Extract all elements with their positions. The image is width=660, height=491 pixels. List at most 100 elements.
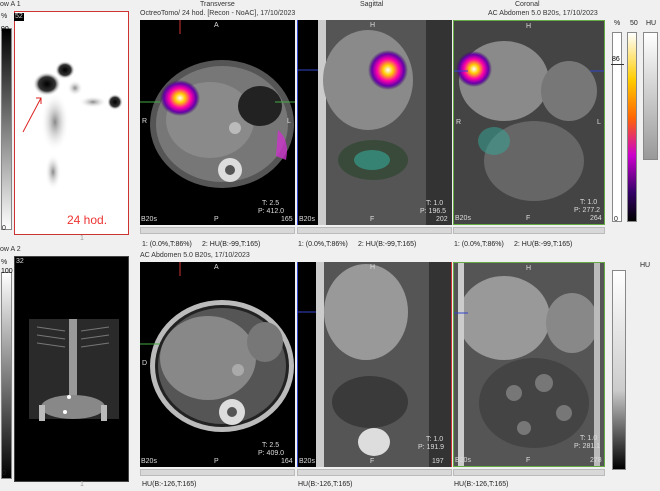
row1-coronal-left: R xyxy=(456,119,462,126)
row1-transverse-bottom: P xyxy=(214,216,219,223)
colorbar-pct: % xyxy=(614,20,621,27)
row1-footer-1a: 1: (0.0%,T:86%) xyxy=(142,241,192,248)
row2-coronal-kernel: B20s xyxy=(455,457,471,464)
row2-coronal-p: P: 281.1 xyxy=(574,443,601,450)
row1-sagittal-top: H xyxy=(370,22,376,29)
row1-transverse-t: T: 2.5 xyxy=(262,200,280,207)
hu-bar-bottom[interactable] xyxy=(612,270,626,470)
row2-footer-3: HU(B:-126,T:165) xyxy=(454,481,509,488)
row1-transverse-idx: 165 xyxy=(281,216,293,223)
row2-coronal-viewport[interactable]: H F T: 1.0 P: 281.1 278 B20s xyxy=(453,262,605,467)
row1-coronal-kernel: B20s xyxy=(455,215,471,222)
hu-bar-top[interactable] xyxy=(643,32,658,160)
row1-transverse-kernel: B20s xyxy=(141,216,157,223)
row2-transverse-slider[interactable] xyxy=(140,469,295,476)
row2-sagittal-kernel: B20s xyxy=(299,458,315,465)
row1-footer-3a: 1: (0.0%,T:86%) xyxy=(454,241,504,248)
row2-transverse-bottom: P xyxy=(214,458,219,465)
row1-coronal-top: H xyxy=(526,23,532,30)
row1-sagittal-idx: 202 xyxy=(436,216,448,223)
left-panel-2-scale-top: 100 xyxy=(1,268,13,275)
row1-footer-2a: 1: (0.0%,T:86%) xyxy=(298,241,348,248)
row2-sagittal-top: H xyxy=(370,264,376,271)
row1-transverse-p: P: 412.0 xyxy=(258,208,285,215)
row2-sagittal-t: T: 1.0 xyxy=(426,436,444,443)
row1-sagittal-t: T: 1.0 xyxy=(426,200,444,207)
ct-mip-image xyxy=(29,319,119,421)
row1-coronal-p: P: 277.2 xyxy=(574,207,601,214)
left-panel-2-scale-bottom: 0 xyxy=(2,470,6,477)
hu-label-bottom: HU xyxy=(640,262,651,269)
row1-series-right: AC Abdomen 5.0 B20s, 17/10/2023 xyxy=(488,10,598,17)
row1-transverse-top: A xyxy=(214,22,219,29)
row1-series-left: OctreoTomo/ 24 hod. [Recon - NoAC], 17/1… xyxy=(140,10,296,17)
colorbar-bottom: 0 xyxy=(614,216,618,223)
row2-transverse-t: T: 2.5 xyxy=(262,442,280,449)
row2-coronal-top: H xyxy=(526,265,532,272)
left-panel-1-pct: % xyxy=(1,13,8,20)
row2-sagittal-bottom: F xyxy=(370,458,375,465)
row1-coronal-t: T: 1.0 xyxy=(580,199,598,206)
row2-coronal-idx: 278 xyxy=(590,457,602,464)
left-panel-2-pct: % xyxy=(1,259,8,266)
row2-coronal-bottom: F xyxy=(526,457,531,464)
left-panel-1-grayscale-bar[interactable] xyxy=(1,28,12,230)
left-panel-2-ct-mip-image[interactable]: 32 xyxy=(14,256,129,482)
row2-transverse-image xyxy=(140,262,294,432)
colorbar-top: 50 xyxy=(630,20,638,27)
left-panel-1-scale-bottom: 0 xyxy=(2,225,6,232)
row1-coronal-bottom: F xyxy=(526,215,531,222)
colorbar-mid: 86 xyxy=(612,56,620,63)
left-panel-1-page: 1 xyxy=(80,235,84,242)
row1-sagittal-p: P: 196.5 xyxy=(420,208,447,215)
row2-footer-2: HU(B:-126,T:165) xyxy=(298,481,353,488)
row2-footer-1: HU(B:-126,T:165) xyxy=(142,481,197,488)
row2-transverse-viewport[interactable]: A D P T: 2.5 P: 409.0 164 B20s xyxy=(140,262,295,467)
row2-transverse-p: P: 409.0 xyxy=(258,450,285,457)
left-panel-1-frame-index: 52 xyxy=(14,13,24,21)
row1-sagittal-bottom: F xyxy=(370,216,375,223)
row2-sagittal-p: P: 191.9 xyxy=(418,444,445,451)
row2-coronal-slider[interactable] xyxy=(453,469,605,476)
row1-coronal-slider[interactable] xyxy=(453,227,605,234)
row1-coronal-image xyxy=(454,21,604,224)
hu-label-top: HU xyxy=(646,20,657,27)
row2-sagittal-idx: 197 xyxy=(432,458,444,465)
row1-footer-3b: 2: HU(B:-99,T:165) xyxy=(514,241,573,248)
pet-colorbar[interactable] xyxy=(627,32,637,222)
row1-footer-2b: 2: HU(B:-99,T:165) xyxy=(358,241,417,248)
row2-sagittal-viewport[interactable]: H F T: 1.0 P: 191.9 197 B20s xyxy=(297,262,452,467)
row2-coronal-t: T: 1.0 xyxy=(580,435,598,442)
row1-coronal-idx: 264 xyxy=(590,215,602,222)
left-panel-2-grayscale-bar[interactable] xyxy=(1,272,12,479)
row1-transverse-right: L xyxy=(287,118,291,125)
left-panel-2-frame-index: 32 xyxy=(16,258,24,265)
row1-coronal-viewport[interactable]: H R L F T: 1.0 P: 277.2 264 B20s xyxy=(453,20,605,225)
row2-series-left: AC Abdomen 5.0 B20s, 17/10/2023 xyxy=(140,252,250,259)
row1-transverse-image xyxy=(140,20,295,188)
left-panel-2-page: 1 xyxy=(80,481,84,488)
left-panel-1-caption: 24 hod. xyxy=(67,213,108,227)
row1-footer-1b: 2: HU(B:-99,T:165) xyxy=(202,241,261,248)
row1-transverse-slider[interactable] xyxy=(140,227,295,234)
row2-transverse-idx: 164 xyxy=(281,458,293,465)
lesion-arrow xyxy=(22,97,42,133)
row1-sagittal-image xyxy=(298,20,452,225)
colorbar-window-marker[interactable] xyxy=(611,64,624,65)
row2-sagittal-slider[interactable] xyxy=(297,469,452,476)
row2-transverse-kernel: B20s xyxy=(141,458,157,465)
left-panel-1-mip-image[interactable]: 52 24 hod. xyxy=(14,11,129,235)
left-panel-1-title: ow A 1 xyxy=(0,1,21,8)
row1-sagittal-kernel: B20s xyxy=(299,216,315,223)
row1-sagittal-viewport[interactable]: H F T: 1.0 P: 196.5 202 B20s xyxy=(297,20,452,225)
row1-coronal-right: L xyxy=(597,119,601,126)
left-panel-2-title: ow A 2 xyxy=(0,246,21,253)
row2-transverse-top: A xyxy=(214,264,219,271)
header-sagittal: Sagittal xyxy=(360,1,384,8)
row1-sagittal-slider[interactable] xyxy=(297,227,452,234)
row2-transverse-left: D xyxy=(142,360,148,367)
pet-mip-image xyxy=(22,61,123,190)
row1-transverse-viewport[interactable]: A R L P T: 2.5 P: 412.0 165 B20s xyxy=(140,20,295,225)
row1-transverse-left: R xyxy=(142,118,148,125)
left-panel-1-scale-top: 90 xyxy=(1,26,9,33)
